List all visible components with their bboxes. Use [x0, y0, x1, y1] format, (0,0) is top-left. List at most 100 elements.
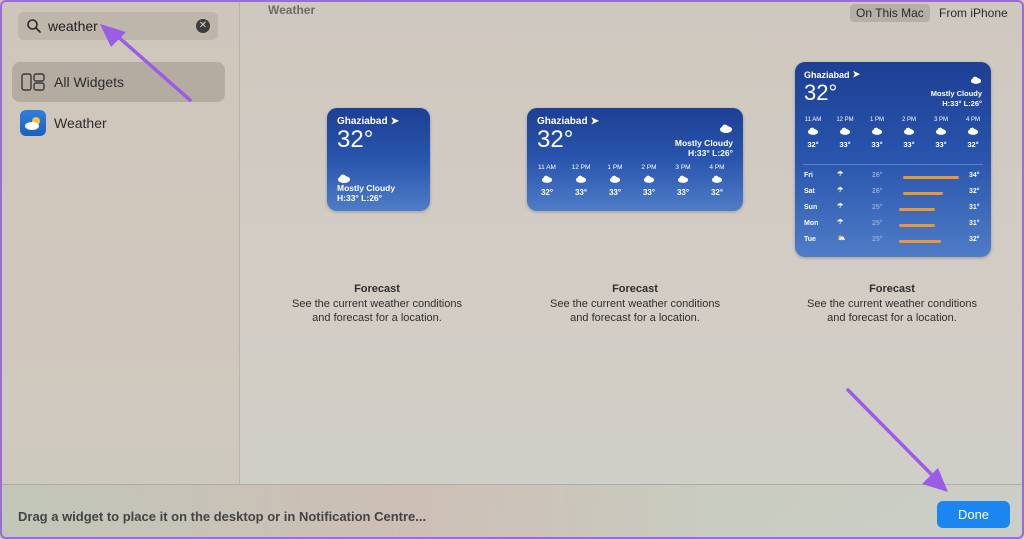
current-temp: 32° — [537, 126, 574, 153]
sidebar-item-all-widgets[interactable]: All Widgets — [12, 62, 225, 102]
hour-time: 4 PM — [709, 164, 725, 171]
day-label: Sat — [804, 188, 815, 195]
hourly-forecast: 4 PM 32° — [958, 117, 988, 149]
hourly-forecast: 2 PM 33° — [634, 164, 664, 197]
hour-time: 12 PM — [571, 164, 591, 171]
daily-forecast-row: Sun ☂ 25° 31° — [803, 201, 983, 217]
hourly-forecast: 11 AM 32° — [532, 164, 562, 197]
segment-on-this-mac[interactable]: On This Mac — [850, 4, 930, 22]
cloud-icon — [668, 175, 698, 185]
cloud-icon — [926, 127, 956, 137]
day-label: Mon — [804, 220, 819, 227]
weather-app-icon — [20, 110, 46, 136]
sidebar-item-icon-wrap — [20, 110, 46, 136]
caption-title: Forecast — [354, 283, 400, 295]
hour-time: 4 PM — [965, 117, 980, 123]
day-label: Sun — [804, 204, 818, 211]
location-label: Ghaziabad — [804, 69, 850, 80]
hour-temp: 33° — [903, 140, 915, 149]
hourly-forecast: 4 PM 32° — [702, 164, 732, 197]
hourly-forecast: 2 PM 33° — [894, 117, 924, 149]
hourly-forecast: 3 PM 33° — [926, 117, 956, 149]
daily-forecast-row: Fri ☂ 26° 34° — [803, 169, 983, 185]
hourly-forecast: 1 PM 33° — [862, 117, 892, 149]
widget-location: Ghaziabad ➤ — [804, 69, 860, 80]
condition-label: Mostly Cloudy — [930, 89, 982, 98]
low-temp: 26° — [872, 188, 883, 195]
clear-search-icon[interactable]: ✕ — [196, 19, 210, 33]
sidebar-item-label: Weather — [54, 115, 107, 131]
hour-temp: 33° — [871, 140, 883, 149]
location-arrow-icon: ➤ — [390, 116, 399, 127]
hour-temp: 32° — [540, 188, 554, 197]
hour-time: 11 AM — [538, 164, 556, 171]
hour-temp: 33° — [839, 140, 851, 149]
segment-from-iphone[interactable]: From iPhone — [933, 4, 1014, 22]
caption-description: and forecast for a location. — [312, 312, 442, 324]
temp-range-bar — [903, 176, 959, 179]
hilo-label: H:33° L:26° — [337, 193, 383, 203]
weather-widget-medium[interactable]: Ghaziabad ➤ 32° Mostly Cloudy H:33° L:26… — [527, 108, 743, 211]
hilo-label: H:33° L:26° — [687, 148, 733, 158]
section-title: Weather — [268, 3, 316, 17]
day-label: Tue — [804, 236, 816, 243]
caption-title: Forecast — [869, 283, 915, 295]
rain-cloud-icon: ☂ — [837, 203, 844, 210]
cloud-icon — [566, 175, 596, 185]
hourly-forecast: 12 PM 33° — [566, 164, 596, 197]
hour-time: 1 PM — [869, 117, 884, 123]
current-temp: 32° — [804, 80, 838, 105]
high-temp: 31° — [969, 204, 980, 211]
temp-range-bar — [899, 208, 935, 211]
hour-temp: 33° — [676, 188, 690, 197]
search-field[interactable]: weather ✕ — [18, 12, 218, 40]
cloud-icon — [862, 127, 892, 137]
widgets-icon — [20, 69, 46, 95]
hour-temp: 33° — [608, 188, 622, 197]
footer-bar: Drag a widget to place it on the desktop… — [0, 484, 1024, 539]
cloud-icon — [894, 127, 924, 137]
weather-widget-small[interactable]: Ghaziabad ➤ 32° Mostly Cloudy H:33° L:26… — [327, 108, 430, 211]
weather-widget-large[interactable]: Ghaziabad ➤ 32° Mostly Cloudy H:33° L:26… — [795, 62, 991, 257]
cloud-icon — [532, 175, 562, 185]
hourly-forecast: 3 PM 33° — [668, 164, 698, 197]
location-arrow-icon: ➤ — [590, 116, 599, 127]
widget-caption-medium: Forecast See the current weather conditi… — [528, 282, 742, 326]
done-button[interactable]: Done — [937, 501, 1010, 528]
hour-temp: 32° — [807, 140, 819, 149]
high-temp: 32° — [969, 188, 980, 195]
hour-temp: 33° — [574, 188, 588, 197]
hour-time: 2 PM — [901, 117, 916, 123]
caption-description: See the current weather conditions — [550, 297, 720, 310]
hour-temp: 32° — [710, 188, 724, 197]
low-temp: 25° — [872, 236, 883, 243]
hour-temp: 33° — [935, 140, 947, 149]
cloud-icon — [702, 175, 732, 185]
hour-temp: 33° — [642, 188, 656, 197]
hour-time: 3 PM — [675, 164, 691, 171]
location-arrow-icon: ➤ — [852, 69, 861, 79]
rain-cloud-icon: ☂ — [837, 187, 844, 194]
hilo-label: H:33° L:26° — [942, 99, 982, 108]
hour-time: 1 PM — [607, 164, 623, 171]
rain-cloud-icon: ☂ — [837, 219, 844, 226]
sidebar-item-weather[interactable]: Weather — [12, 103, 225, 143]
cloud-icon — [634, 175, 664, 185]
temp-range-bar — [899, 224, 935, 227]
hourly-forecast: 1 PM 33° — [600, 164, 630, 197]
cloud-icon — [600, 175, 630, 185]
daily-forecast-row: Mon ☂ 25° 31° — [803, 217, 983, 233]
search-input[interactable]: weather — [48, 18, 196, 34]
footer-hint: Drag a widget to place it on the desktop… — [18, 509, 427, 524]
widget-caption-large: Forecast See the current weather conditi… — [785, 282, 999, 326]
widget-caption-small: Forecast See the current weather conditi… — [270, 282, 484, 326]
daily-forecast-row: Sat ☂ 26° 32° — [803, 185, 983, 201]
divider — [803, 164, 983, 165]
condition-label: Mostly Cloudy — [674, 138, 733, 148]
sidebar-item-label: All Widgets — [54, 74, 125, 90]
daily-forecast-row: Tue ⛅ 25° 32° — [803, 233, 983, 249]
hour-time: 2 PM — [641, 164, 657, 171]
hour-time: 3 PM — [933, 117, 948, 123]
cloud-icon — [798, 127, 828, 137]
hour-time: 12 PM — [836, 117, 854, 123]
